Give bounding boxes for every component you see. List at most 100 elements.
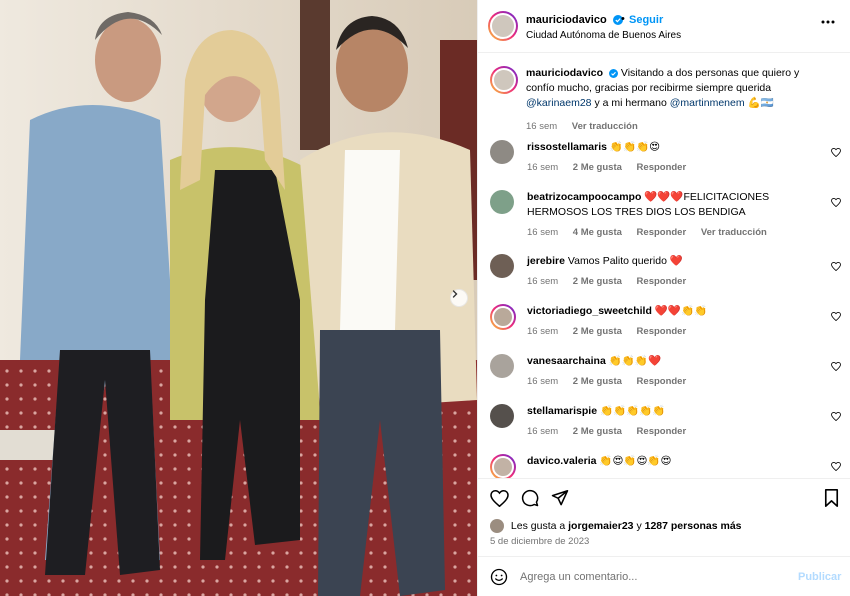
comment-likes[interactable]: 2 Me gusta	[573, 326, 622, 337]
likes-summary[interactable]: Les gusta a jorgemaier23 y 1287 personas…	[490, 519, 742, 533]
comment-author[interactable]: stellamarispie	[527, 405, 597, 417]
caption-emoji: 💪🇦🇷	[747, 97, 774, 109]
heart-icon[interactable]	[831, 312, 841, 321]
more-icon[interactable]	[821, 20, 835, 24]
mention-link[interactable]: @martinmenem	[670, 97, 745, 109]
avatar[interactable]	[490, 190, 514, 214]
heart-icon[interactable]	[831, 362, 841, 371]
comment-author[interactable]: victoriadiego_sweetchild	[527, 305, 652, 317]
post-side-panel: mauriciodavico • Seguir Ciudad Autónoma …	[477, 0, 850, 596]
comment-meta: 16 sem 2 Me gusta Responder	[527, 324, 817, 339]
post-location[interactable]: Ciudad Autónoma de Buenos Aires	[526, 30, 681, 41]
comment-meta: 16 sem 2 Me gusta Responder	[527, 160, 817, 175]
comment-time: 16 sem	[527, 326, 559, 337]
avatar[interactable]	[490, 254, 514, 278]
likes-and: y	[636, 519, 642, 532]
comment-time: 16 sem	[527, 227, 559, 238]
bookmark-icon[interactable]	[824, 489, 839, 507]
comment-time: 16 sem	[527, 426, 559, 437]
reply-button[interactable]: Responder	[637, 227, 687, 238]
caption-body-2: y a mi hermano	[594, 97, 667, 109]
comment-time: 16 sem	[527, 376, 559, 387]
comment-likes[interactable]: 4 Me gusta	[573, 227, 622, 238]
next-photo-button[interactable]	[450, 289, 468, 307]
comment-time: 16 sem	[527, 162, 559, 173]
comment-meta: 16 sem 2 Me gusta Responder	[527, 274, 817, 289]
comment-likes[interactable]: 2 Me gusta	[573, 426, 622, 437]
comment-likes[interactable]: 2 Me gusta	[573, 162, 622, 173]
caption-text: mauriciodavico Visitando a dos personas …	[526, 66, 826, 134]
comment-body: Vamos Palito querido ❤️	[567, 255, 683, 267]
reply-button[interactable]: Responder	[637, 276, 687, 287]
reply-button[interactable]: Responder	[637, 426, 687, 437]
share-icon[interactable]	[551, 489, 569, 506]
avatar[interactable]	[490, 404, 514, 428]
caption-meta: 16 sem Ver traducción	[526, 119, 826, 134]
reply-button[interactable]: Responder	[637, 376, 687, 387]
comment-input[interactable]	[520, 568, 790, 586]
add-comment-bar: Publicar	[478, 556, 850, 596]
reply-button[interactable]: Responder	[637, 326, 687, 337]
comment-body: 👏😍👏😍👏😍	[599, 455, 672, 467]
avatar	[490, 519, 504, 533]
translate-button[interactable]: Ver traducción	[701, 227, 767, 238]
comment-meta: 16 sem 4 Me gusta Responder Ver traducci…	[527, 225, 817, 240]
heart-icon[interactable]	[831, 262, 841, 271]
post-author-name[interactable]: mauriciodavico	[526, 14, 607, 26]
avatar[interactable]	[490, 454, 516, 478]
comment-text: victoriadiego_sweetchild ❤️❤️👏👏 16 sem 2…	[527, 304, 817, 339]
translate-button[interactable]: Ver traducción	[572, 121, 638, 132]
comment-text: vanesaarchaina 👏👏👏❤️ 16 sem 2 Me gusta R…	[527, 354, 817, 389]
comment-time: 16 sem	[527, 276, 559, 287]
follow-button[interactable]: Seguir	[629, 14, 663, 26]
comment-text: beatrizocampoocampo ❤️❤️❤️FELICITACIONES…	[527, 190, 817, 240]
post-header: mauriciodavico • Seguir Ciudad Autónoma …	[478, 0, 850, 53]
avatar[interactable]	[490, 304, 516, 330]
comment-author[interactable]: jerebire	[527, 255, 565, 267]
avatar[interactable]	[490, 354, 514, 378]
likes-prefix: Les gusta a	[510, 519, 566, 532]
comment-text: stellamarispie 👏👏👏👏👏 16 sem 2 Me gusta R…	[527, 404, 817, 439]
comment-text: rissostellamaris 👏👏👏😍 16 sem 2 Me gusta …	[527, 140, 817, 175]
comment-icon[interactable]	[521, 489, 539, 507]
verified-icon	[608, 68, 618, 78]
heart-icon[interactable]	[831, 198, 841, 207]
avatar[interactable]	[488, 11, 518, 41]
emoji-icon[interactable]	[490, 568, 508, 586]
post-date[interactable]: 5 de diciembre de 2023	[490, 536, 589, 547]
heart-icon[interactable]	[831, 148, 841, 157]
post-author[interactable]: mauriciodavico	[526, 14, 623, 26]
chevron-right-icon	[452, 290, 458, 298]
post-photo	[0, 0, 477, 596]
comment-body: ❤️❤️👏👏	[654, 305, 708, 317]
comment-meta: 16 sem 2 Me gusta Responder	[527, 424, 817, 439]
comment-author[interactable]: beatrizocampoocampo	[527, 191, 641, 203]
reply-button[interactable]: Responder	[637, 162, 687, 173]
comment-body: 👏👏👏👏👏	[599, 405, 666, 417]
comment-author[interactable]: vanesaarchaina	[527, 355, 606, 367]
comment-likes[interactable]: 2 Me gusta	[573, 276, 622, 287]
avatar[interactable]	[490, 140, 514, 164]
avatar[interactable]	[490, 66, 518, 94]
comment-body: 👏👏👏❤️	[608, 355, 662, 367]
heart-icon[interactable]	[831, 412, 841, 421]
action-bar: Les gusta a jorgemaier23 y 1287 personas…	[478, 478, 850, 556]
comment-body: 👏👏👏😍	[609, 141, 661, 153]
publish-button[interactable]: Publicar	[798, 571, 841, 583]
mention-link[interactable]: @karinaem28	[526, 97, 592, 109]
comment-meta: 16 sem 2 Me gusta Responder	[527, 374, 817, 389]
comment-author[interactable]: davico.valeria	[527, 455, 596, 467]
comment-author[interactable]: rissostellamaris	[527, 141, 607, 153]
caption-author[interactable]: mauriciodavico	[526, 67, 603, 79]
comments-list[interactable]: mauriciodavico Visitando a dos personas …	[478, 54, 850, 478]
likes-user[interactable]: jorgemaier23	[568, 520, 633, 532]
heart-icon[interactable]	[490, 490, 509, 507]
heart-icon[interactable]	[831, 462, 841, 471]
likes-count[interactable]: 1287 personas más	[645, 520, 742, 532]
comment-likes[interactable]: 2 Me gusta	[573, 376, 622, 387]
caption-time: 16 sem	[526, 121, 558, 132]
comment-text: davico.valeria 👏😍👏😍👏😍	[527, 454, 817, 469]
comment-text: jerebire Vamos Palito querido ❤️ 16 sem …	[527, 254, 817, 289]
separator-dot: •	[621, 13, 625, 25]
photo-illustration	[0, 0, 477, 596]
